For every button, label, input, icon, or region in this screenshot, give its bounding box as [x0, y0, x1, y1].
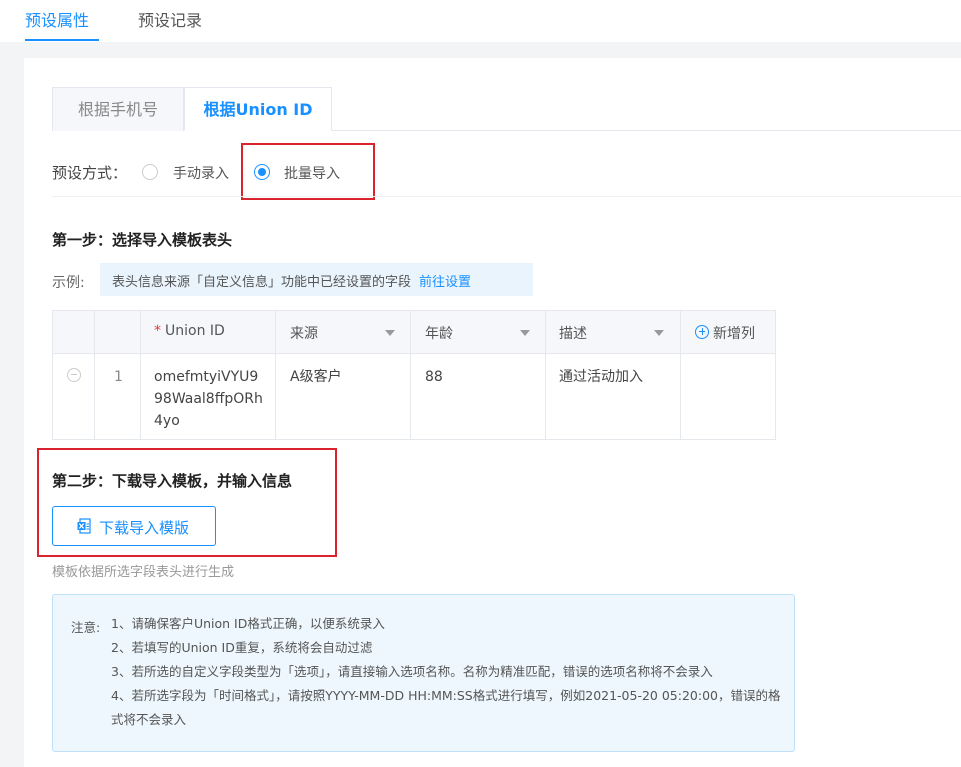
tab-by-union-id[interactable]: 根据Union ID: [184, 87, 332, 131]
excel-file-icon: [77, 518, 91, 534]
required-mark: *: [154, 323, 161, 339]
active-tab-indicator: [25, 39, 99, 41]
notice-item: 3、若所选的自定义字段类型为「选项」，请直接输入选项名称。名称为精准匹配，错误的…: [111, 664, 713, 679]
cell-source: A级客户: [290, 369, 342, 385]
column-header-source: 来源: [290, 326, 318, 342]
column-header-union-id: * Union ID: [154, 323, 225, 339]
notice-item: 4、若所选字段为「时间格式」，请按照YYYY-MM-DD HH:MM:SS格式进…: [111, 688, 781, 727]
notice-item: 1、请确保客户Union ID格式正确，以便系统录入: [111, 616, 385, 631]
notice-item: 2、若填写的Union ID重复，系统将会自动过滤: [111, 640, 373, 655]
notice-label: 注意:: [71, 620, 101, 635]
example-label: 示例:: [52, 275, 85, 291]
go-settings-link[interactable]: 前往设置: [419, 275, 471, 290]
radio-manual-label[interactable]: 手动录入: [173, 163, 229, 183]
step1-title: 第一步：选择导入模板表头: [52, 231, 233, 249]
highlight-box-batch: [241, 143, 375, 200]
age-dropdown-icon[interactable]: [520, 330, 530, 336]
cell-age: 88: [425, 369, 443, 385]
remove-row-icon[interactable]: [67, 368, 81, 382]
example-info-box: 表头信息来源「自定义信息」功能中已经设置的字段 前往设置: [100, 263, 533, 296]
template-preview-table: * Union ID 来源 年龄 描述 新增列 1 omefmtyiVYU998W…: [52, 310, 776, 440]
step2-title: 第二步：下载导入模板，并输入信息: [52, 472, 293, 490]
tab-by-phone[interactable]: 根据手机号: [52, 87, 184, 131]
row-index: 1: [114, 369, 123, 385]
cell-union-id: omefmtyiVYU998Waal8ffpORh4yo: [154, 369, 263, 429]
description-dropdown-icon[interactable]: [654, 330, 664, 336]
notice-box: 注意: 1、请确保客户Union ID格式正确，以便系统录入 2、若填写的Uni…: [52, 594, 795, 752]
example-text: 表头信息来源「自定义信息」功能中已经设置的字段: [112, 275, 412, 290]
template-hint: 模板依据所选字段表头进行生成: [52, 565, 235, 580]
tab-preset-records[interactable]: 预设记录: [138, 7, 202, 31]
download-template-button[interactable]: 下载导入模版: [52, 506, 216, 546]
download-template-label: 下载导入模版: [99, 519, 190, 537]
radio-manual[interactable]: [142, 164, 158, 180]
tab-preset-attributes[interactable]: 预设属性: [25, 7, 89, 31]
section-divider: [52, 196, 961, 197]
add-column-button[interactable]: 新增列: [713, 323, 755, 343]
preset-mode-label: 预设方式：: [52, 164, 128, 182]
source-dropdown-icon[interactable]: [385, 330, 395, 336]
column-header-age: 年龄: [425, 326, 453, 342]
add-column-icon[interactable]: [695, 325, 709, 339]
column-header-description: 描述: [559, 326, 587, 342]
cell-description: 通过活动加入: [559, 369, 643, 385]
top-tab-bar: 预设属性 预设记录: [0, 0, 961, 42]
